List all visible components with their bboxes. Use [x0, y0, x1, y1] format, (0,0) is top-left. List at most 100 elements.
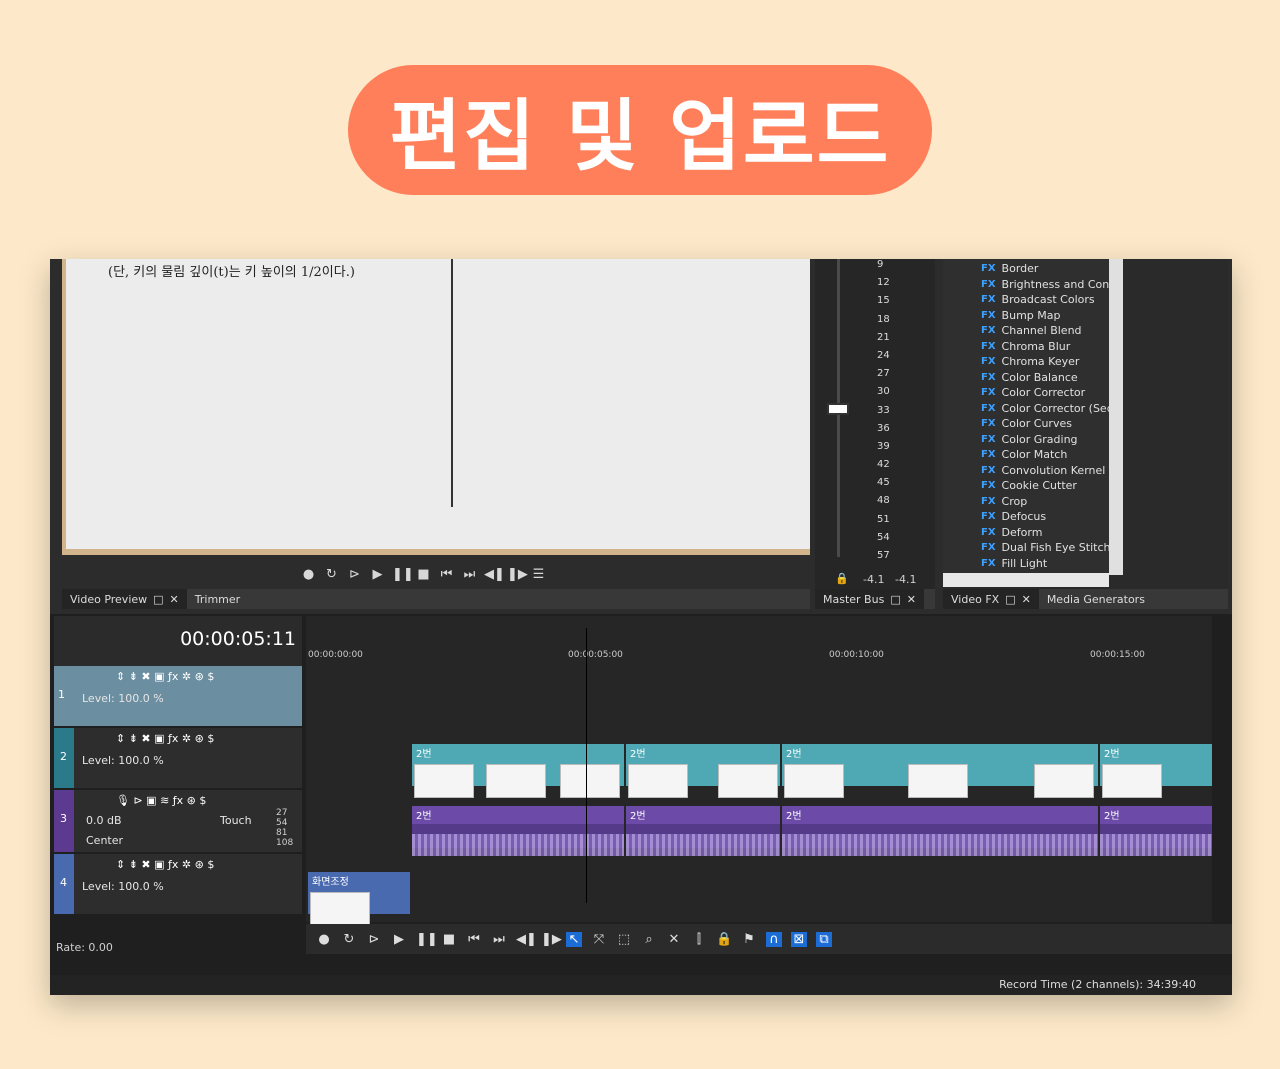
fx-badge-icon: FX: [981, 418, 996, 430]
mic-icon[interactable]: ●: [300, 567, 317, 582]
auto-ripple-icon[interactable]: ⧉: [816, 931, 832, 947]
delete-icon[interactable]: ✕: [666, 932, 682, 947]
tab-master-bus[interactable]: Master Bus □ ✕: [815, 589, 924, 609]
play-from-start-icon[interactable]: ⊳: [346, 567, 363, 582]
fx-list-item[interactable]: FX Color Grading: [981, 432, 1123, 448]
marker-icon[interactable]: ⚑: [741, 932, 757, 947]
go-end-icon[interactable]: ⏭: [461, 567, 478, 582]
vegas-editor-window: (단, 키의 물림 깊이(t)는 키 높이의 1/2이다.) ● ↻ ⊳ ▶ ❚…: [50, 259, 1232, 995]
normal-edit-tool-icon[interactable]: ↖: [566, 931, 582, 947]
fx-list-item[interactable]: FX Chroma Blur: [981, 339, 1123, 355]
fx-name: Chroma Blur: [1001, 339, 1071, 353]
fx-list-item[interactable]: FX Color Corrector (Sec: [981, 401, 1123, 417]
undock-icon[interactable]: □: [890, 593, 900, 606]
prev-frame-icon[interactable]: ◀❚: [484, 567, 505, 582]
track-header-3[interactable]: 3 0.0 dB Center Touch 27 54 81 108 🎙 ⊳ ▣ ≋ …: [54, 790, 302, 852]
go-start-icon[interactable]: ⏮: [466, 932, 482, 947]
fx-list-item[interactable]: FX Dual Fish Eye Stitchi: [981, 540, 1123, 556]
menu-icon[interactable]: ☰: [530, 567, 547, 582]
track-lanes[interactable]: 2번 2번 2번 2번 2번 2번 2번 2번 화면조정: [306, 666, 1212, 926]
scale-tick: 27: [877, 368, 890, 380]
fx-list-item[interactable]: FX Deform: [981, 525, 1123, 541]
audio-clip[interactable]: 2번: [626, 806, 780, 856]
fx-horizontal-scrollbar[interactable]: [943, 573, 1109, 587]
play-from-start-icon[interactable]: ⊳: [366, 932, 382, 947]
next-frame-icon[interactable]: ❚▶: [541, 932, 562, 947]
close-icon[interactable]: ✕: [1022, 593, 1031, 606]
zoom-tool-icon[interactable]: ⌕: [641, 932, 657, 947]
play-icon[interactable]: ▶: [391, 932, 407, 947]
video-clip[interactable]: 2번: [1100, 744, 1212, 798]
fx-badge-icon: FX: [981, 511, 996, 523]
pause-icon[interactable]: ❚❚: [416, 932, 438, 947]
track-header-4[interactable]: 4 Level: 100.0 % ⇕ ⇟ ✖ ▣ ƒx ✲ ⊛ $: [54, 854, 302, 914]
fx-list-item[interactable]: FX Bump Map: [981, 308, 1123, 324]
tab-media-generators[interactable]: Media Generators: [1039, 589, 1153, 609]
fx-vertical-scrollbar[interactable]: [1109, 259, 1123, 575]
record-icon[interactable]: ●: [316, 932, 332, 947]
fx-list-item[interactable]: FX Color Balance: [981, 370, 1123, 386]
fx-list-item[interactable]: FX Broadcast Colors: [981, 292, 1123, 308]
next-frame-icon[interactable]: ❚▶: [507, 567, 528, 582]
split-icon[interactable]: ⫿: [691, 932, 707, 947]
close-icon[interactable]: ✕: [907, 593, 916, 606]
fx-list-item[interactable]: FX Convolution Kernel: [981, 463, 1123, 479]
stop-icon[interactable]: ■: [415, 567, 432, 582]
stop-icon[interactable]: ■: [441, 932, 457, 947]
undock-icon[interactable]: □: [153, 593, 163, 606]
lock-icon[interactable]: 🔒: [835, 572, 849, 585]
prev-frame-icon[interactable]: ◀❚: [516, 932, 537, 947]
fx-badge-icon: FX: [981, 480, 996, 492]
loop-icon[interactable]: ↻: [323, 567, 340, 582]
track-tool-icons[interactable]: ⇕ ⇟ ✖ ▣ ƒx ✲ ⊛ $: [116, 732, 214, 745]
scale-tick: 57: [877, 550, 890, 561]
fx-list-item[interactable]: FX Chroma Keyer: [981, 354, 1123, 370]
fx-list-item[interactable]: FX Brightness and Contr: [981, 277, 1123, 293]
fx-list-item[interactable]: FX Crop: [981, 494, 1123, 510]
fx-list-item[interactable]: FX Color Match: [981, 447, 1123, 463]
fx-list-item[interactable]: FX Border: [981, 261, 1123, 277]
loop-icon[interactable]: ↻: [341, 932, 357, 947]
selection-tool-icon[interactable]: ⬚: [616, 932, 632, 947]
lock-icon[interactable]: 🔒: [716, 932, 732, 947]
fx-list-item[interactable]: FX Cookie Cutter: [981, 478, 1123, 494]
screen-adjust-clip[interactable]: 화면조정: [308, 872, 410, 926]
audio-clip[interactable]: 2번: [412, 806, 624, 856]
envelope-tool-icon[interactable]: ⤧: [591, 932, 607, 947]
tab-label: Video Preview: [70, 592, 148, 606]
tab-video-preview[interactable]: Video Preview □ ✕: [62, 589, 187, 609]
playhead[interactable]: [586, 628, 587, 903]
scale-tick: 48: [877, 495, 890, 507]
snapping-icon[interactable]: ∩: [766, 931, 782, 947]
auto-crossfade-icon[interactable]: ⊠: [791, 931, 807, 947]
go-end-icon[interactable]: ⏭: [491, 932, 507, 947]
track-header-1[interactable]: 1 Level: 100.0 % ⇕ ⇟ ✖ ▣ ƒx ✲ ⊛ $: [54, 666, 302, 726]
fx-list-item[interactable]: FX Channel Blend: [981, 323, 1123, 339]
audio-clip[interactable]: 2번: [782, 806, 1098, 856]
video-clip[interactable]: 2번: [782, 744, 1098, 798]
document-divider: [451, 259, 453, 507]
undock-icon[interactable]: □: [1005, 593, 1015, 606]
track-tool-icons[interactable]: 🎙 ⊳ ▣ ≋ ƒx ⊛ $: [116, 794, 206, 807]
tab-trimmer[interactable]: Trimmer: [187, 589, 248, 609]
audio-clip[interactable]: 2번: [1100, 806, 1212, 856]
tab-video-fx[interactable]: Video FX □ ✕: [943, 589, 1039, 609]
video-clip[interactable]: 2번: [626, 744, 780, 798]
pause-icon[interactable]: ❚❚: [392, 567, 414, 582]
play-icon[interactable]: ▶: [369, 567, 386, 582]
time-ruler[interactable]: 00:00:00:00 00:00:05:00 00:00:10:00 00:0…: [306, 616, 1212, 666]
fx-list-item[interactable]: FX Color Corrector: [981, 385, 1123, 401]
readout-left: -4.1: [863, 573, 885, 586]
track-tool-icons[interactable]: ⇕ ⇟ ✖ ▣ ƒx ✲ ⊛ $: [116, 858, 214, 871]
fx-list-item[interactable]: FX Defocus: [981, 509, 1123, 525]
track-header-2[interactable]: 2 Level: 100.0 % ⇕ ⇟ ✖ ▣ ƒx ✲ ⊛ $: [54, 728, 302, 788]
video-clip[interactable]: 2번: [412, 744, 624, 798]
fx-list-item[interactable]: FX Color Curves: [981, 416, 1123, 432]
track-mode[interactable]: Touch: [220, 814, 252, 827]
track-tool-icons[interactable]: ⇕ ⇟ ✖ ▣ ƒx ✲ ⊛ $: [116, 670, 214, 683]
close-icon[interactable]: ✕: [170, 593, 179, 606]
fx-badge-icon: FX: [981, 325, 996, 337]
fx-list-item[interactable]: FX Fill Light: [981, 556, 1123, 572]
master-fader[interactable]: [827, 403, 849, 415]
go-start-icon[interactable]: ⏮: [438, 567, 455, 582]
